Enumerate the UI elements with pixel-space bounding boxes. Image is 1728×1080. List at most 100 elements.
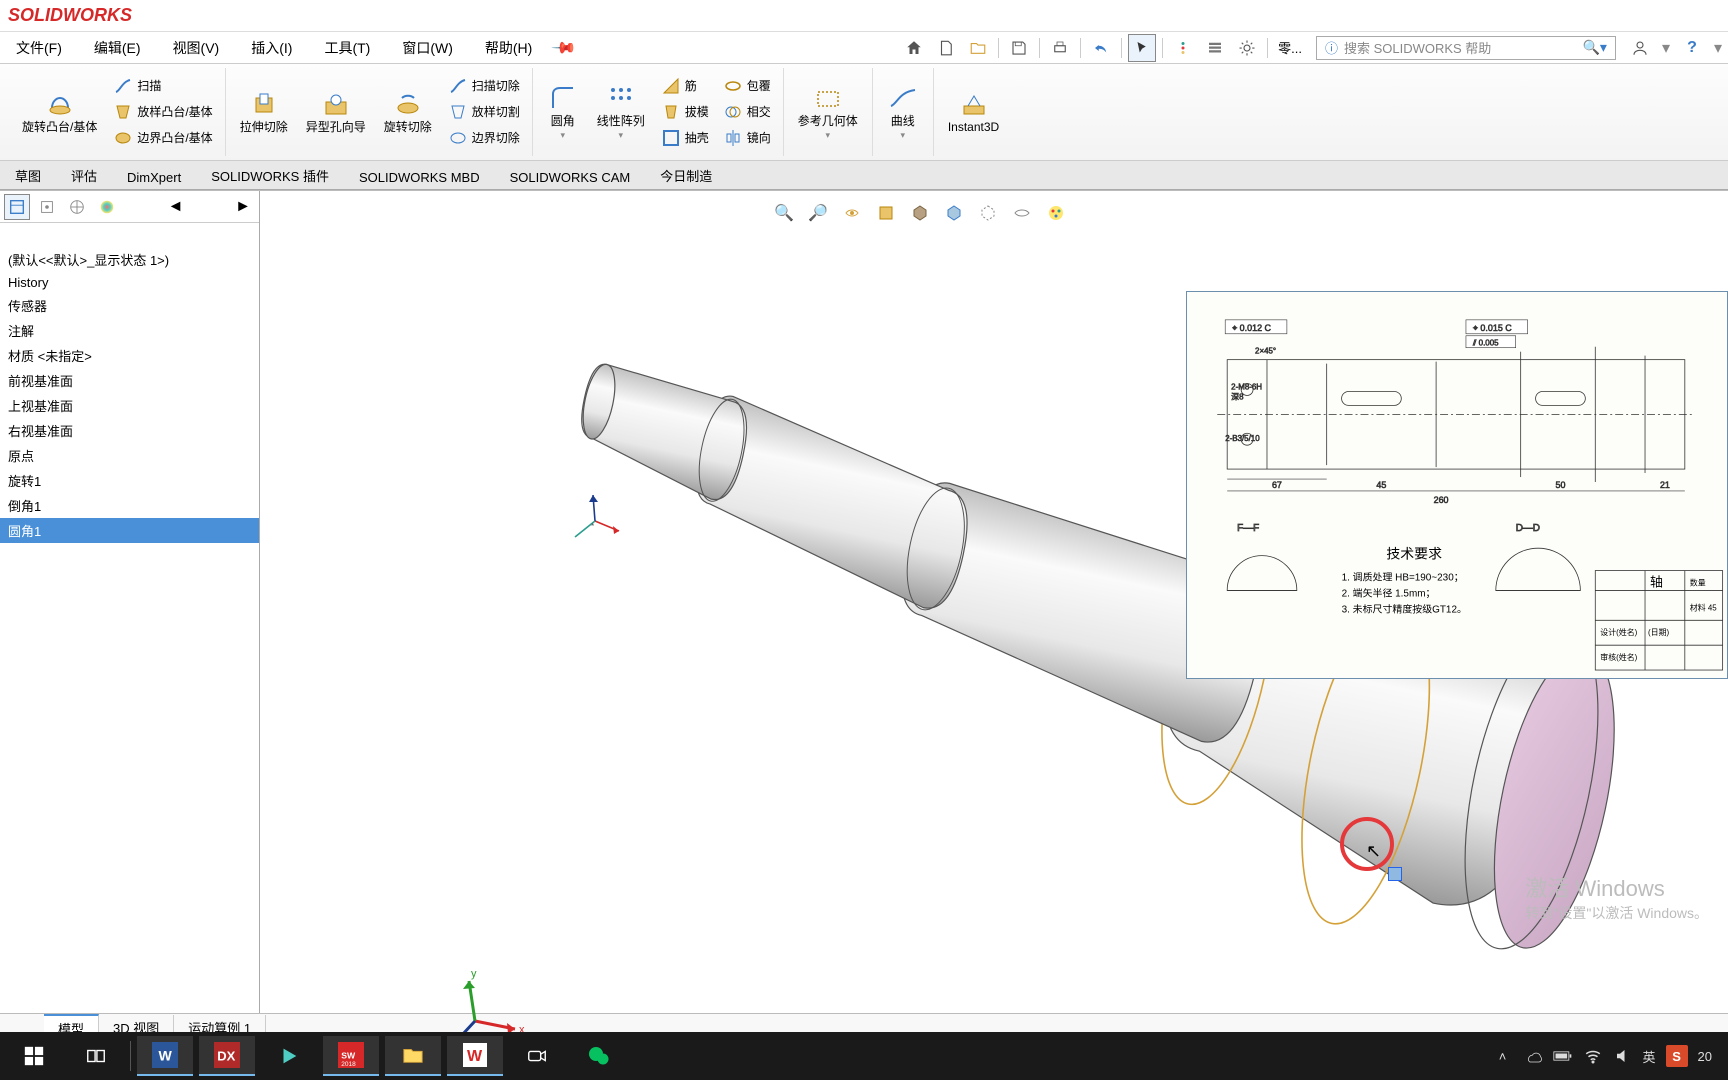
menu-view[interactable]: 视图(V) bbox=[157, 38, 236, 58]
rib-button[interactable]: 筋 bbox=[657, 74, 713, 98]
search-icon[interactable]: 🔍▾ bbox=[1582, 39, 1606, 56]
task-explorer[interactable] bbox=[385, 1036, 441, 1076]
tab-evaluate[interactable]: 评估 bbox=[56, 161, 112, 190]
shell-button[interactable]: 抽壳 bbox=[657, 126, 713, 150]
menu-file[interactable]: 文件(F) bbox=[0, 38, 78, 58]
tray-ime-icon[interactable]: S bbox=[1666, 1045, 1688, 1067]
tree-origin[interactable]: 原点 bbox=[0, 443, 259, 468]
task-dx[interactable]: DX bbox=[199, 1036, 255, 1076]
tree-annotations[interactable]: 注解 bbox=[0, 318, 259, 343]
svg-text:W: W bbox=[467, 1048, 483, 1065]
undo-icon[interactable] bbox=[1087, 34, 1115, 62]
tab-sketch[interactable]: 草图 bbox=[0, 161, 56, 190]
settings-icon[interactable] bbox=[1233, 34, 1261, 62]
pattern-button[interactable]: 线性阵列▾ bbox=[591, 80, 651, 143]
draft-button[interactable]: 拔模 bbox=[657, 100, 713, 124]
task-view-button[interactable] bbox=[68, 1036, 124, 1076]
print-icon[interactable] bbox=[1046, 34, 1074, 62]
intersect-button[interactable]: 相交 bbox=[719, 100, 775, 124]
search-input[interactable]: ⓘ 搜索 SOLIDWORKS 帮助 🔍▾ bbox=[1316, 36, 1616, 60]
pin-icon[interactable]: 📌 bbox=[545, 28, 585, 68]
tray-lang[interactable]: 英 bbox=[1643, 1047, 1656, 1066]
boundary-cut-button[interactable]: 边界切除 bbox=[444, 126, 524, 150]
fillet-button[interactable]: 圆角▾ bbox=[541, 80, 585, 143]
sweep-button[interactable]: 扫描 bbox=[109, 74, 216, 98]
task-media[interactable] bbox=[261, 1036, 317, 1076]
tray-up-icon[interactable]: ˄ bbox=[1493, 1046, 1513, 1066]
config-tab-icon[interactable] bbox=[64, 194, 90, 220]
revolve-cut-button[interactable]: 旋转切除 bbox=[378, 86, 438, 138]
menu-tools[interactable]: 工具(T) bbox=[308, 38, 386, 58]
revolve-boss-button[interactable]: 旋转凸台/基体 bbox=[16, 86, 103, 138]
tree-material[interactable]: 材质 <未指定> bbox=[0, 343, 259, 368]
tree-sensors[interactable]: 传感器 bbox=[0, 293, 259, 318]
task-wechat[interactable] bbox=[571, 1036, 627, 1076]
tab-cam[interactable]: SOLIDWORKS CAM bbox=[495, 165, 646, 190]
section-view-icon[interactable] bbox=[872, 199, 900, 227]
menu-window[interactable]: 窗口(W) bbox=[386, 38, 469, 58]
tab-today[interactable]: 今日制造 bbox=[645, 161, 727, 190]
mirror-button[interactable]: 镜向 bbox=[719, 126, 775, 150]
feature-tree-tab-icon[interactable] bbox=[4, 194, 30, 220]
tree-right-plane[interactable]: 右视基准面 bbox=[0, 418, 259, 443]
tray-battery-icon[interactable] bbox=[1553, 1046, 1573, 1066]
tree-display-state[interactable]: (默认<<默认>_显示状态 1>) bbox=[0, 247, 259, 272]
home-icon[interactable] bbox=[900, 34, 928, 62]
panel-right-arrow-icon[interactable]: ► bbox=[231, 198, 255, 216]
tray-wifi-icon[interactable] bbox=[1583, 1046, 1603, 1066]
tab-dimxpert[interactable]: DimXpert bbox=[112, 165, 196, 190]
zoom-fit-icon[interactable]: 🔍 bbox=[770, 199, 798, 227]
menu-help[interactable]: 帮助(H) bbox=[469, 38, 548, 58]
scene-icon[interactable] bbox=[1008, 199, 1036, 227]
hide-show-icon[interactable] bbox=[974, 199, 1002, 227]
loft-cut-button[interactable]: 放样切割 bbox=[444, 100, 524, 124]
rebuild-icon[interactable] bbox=[1169, 34, 1197, 62]
zoom-area-icon[interactable]: 🔎 bbox=[804, 199, 832, 227]
user-icon[interactable] bbox=[1626, 34, 1654, 62]
open-icon[interactable] bbox=[964, 34, 992, 62]
tree-fillet1[interactable]: 圆角1 bbox=[0, 518, 259, 543]
view-orient-icon[interactable] bbox=[906, 199, 934, 227]
start-button[interactable] bbox=[6, 1036, 62, 1076]
tray-volume-icon[interactable] bbox=[1613, 1046, 1633, 1066]
task-camera[interactable] bbox=[509, 1036, 565, 1076]
hole-wizard-button[interactable]: 异型孔向导 bbox=[300, 86, 372, 138]
help-icon[interactable]: ? bbox=[1678, 34, 1706, 62]
curves-button[interactable]: 曲线▾ bbox=[881, 80, 925, 143]
sweep-cut-button[interactable]: 扫描切除 bbox=[444, 74, 524, 98]
menu-insert[interactable]: 插入(I) bbox=[235, 38, 308, 58]
tree-front-plane[interactable]: 前视基准面 bbox=[0, 368, 259, 393]
instant3d-button[interactable]: Instant3D bbox=[942, 86, 1005, 138]
property-tab-icon[interactable] bbox=[34, 194, 60, 220]
options-icon[interactable] bbox=[1201, 34, 1229, 62]
tree-revolve1[interactable]: 旋转1 bbox=[0, 468, 259, 493]
coordinate-triad[interactable]: x y z bbox=[425, 601, 545, 1071]
viewport[interactable]: 🔍 🔎 bbox=[260, 191, 1728, 1013]
prev-view-icon[interactable] bbox=[838, 199, 866, 227]
task-wps[interactable]: W bbox=[447, 1036, 503, 1076]
tab-addins[interactable]: SOLIDWORKS 插件 bbox=[196, 161, 344, 190]
menu-edit[interactable]: 编辑(E) bbox=[78, 38, 157, 58]
tree-history[interactable]: History bbox=[0, 272, 259, 293]
display-style-icon[interactable] bbox=[940, 199, 968, 227]
tray-onedrive-icon[interactable] bbox=[1523, 1046, 1543, 1066]
appearance-tab-icon[interactable] bbox=[94, 194, 120, 220]
save-icon[interactable] bbox=[1005, 34, 1033, 62]
ref-geometry-button[interactable]: 参考几何体▾ bbox=[792, 80, 864, 143]
tab-mbd[interactable]: SOLIDWORKS MBD bbox=[344, 165, 495, 190]
reference-drawing[interactable]: 260 67 45 50 21 ⌖ 0.012 C ⌖ 0.015 C ⫽ 0.… bbox=[1186, 291, 1728, 679]
loft-button[interactable]: 放样凸台/基体 bbox=[109, 100, 216, 124]
tray-clock[interactable]: 20 bbox=[1698, 1049, 1712, 1064]
select-icon[interactable] bbox=[1128, 34, 1156, 62]
boundary-button[interactable]: 边界凸台/基体 bbox=[109, 126, 216, 150]
task-solidworks[interactable]: SW2018 bbox=[323, 1036, 379, 1076]
tree-top-plane[interactable]: 上视基准面 bbox=[0, 393, 259, 418]
tree-chamfer1[interactable]: 倒角1 bbox=[0, 493, 259, 518]
appearance-icon[interactable] bbox=[1042, 199, 1070, 227]
svg-text:F—F: F—F bbox=[1237, 523, 1259, 534]
cut-extrude-button[interactable]: 拉伸切除 bbox=[234, 86, 294, 138]
wrap-button[interactable]: 包覆 bbox=[719, 74, 775, 98]
new-icon[interactable] bbox=[932, 34, 960, 62]
panel-left-arrow-icon[interactable]: ◄ bbox=[164, 198, 188, 216]
task-word[interactable]: W bbox=[137, 1036, 193, 1076]
